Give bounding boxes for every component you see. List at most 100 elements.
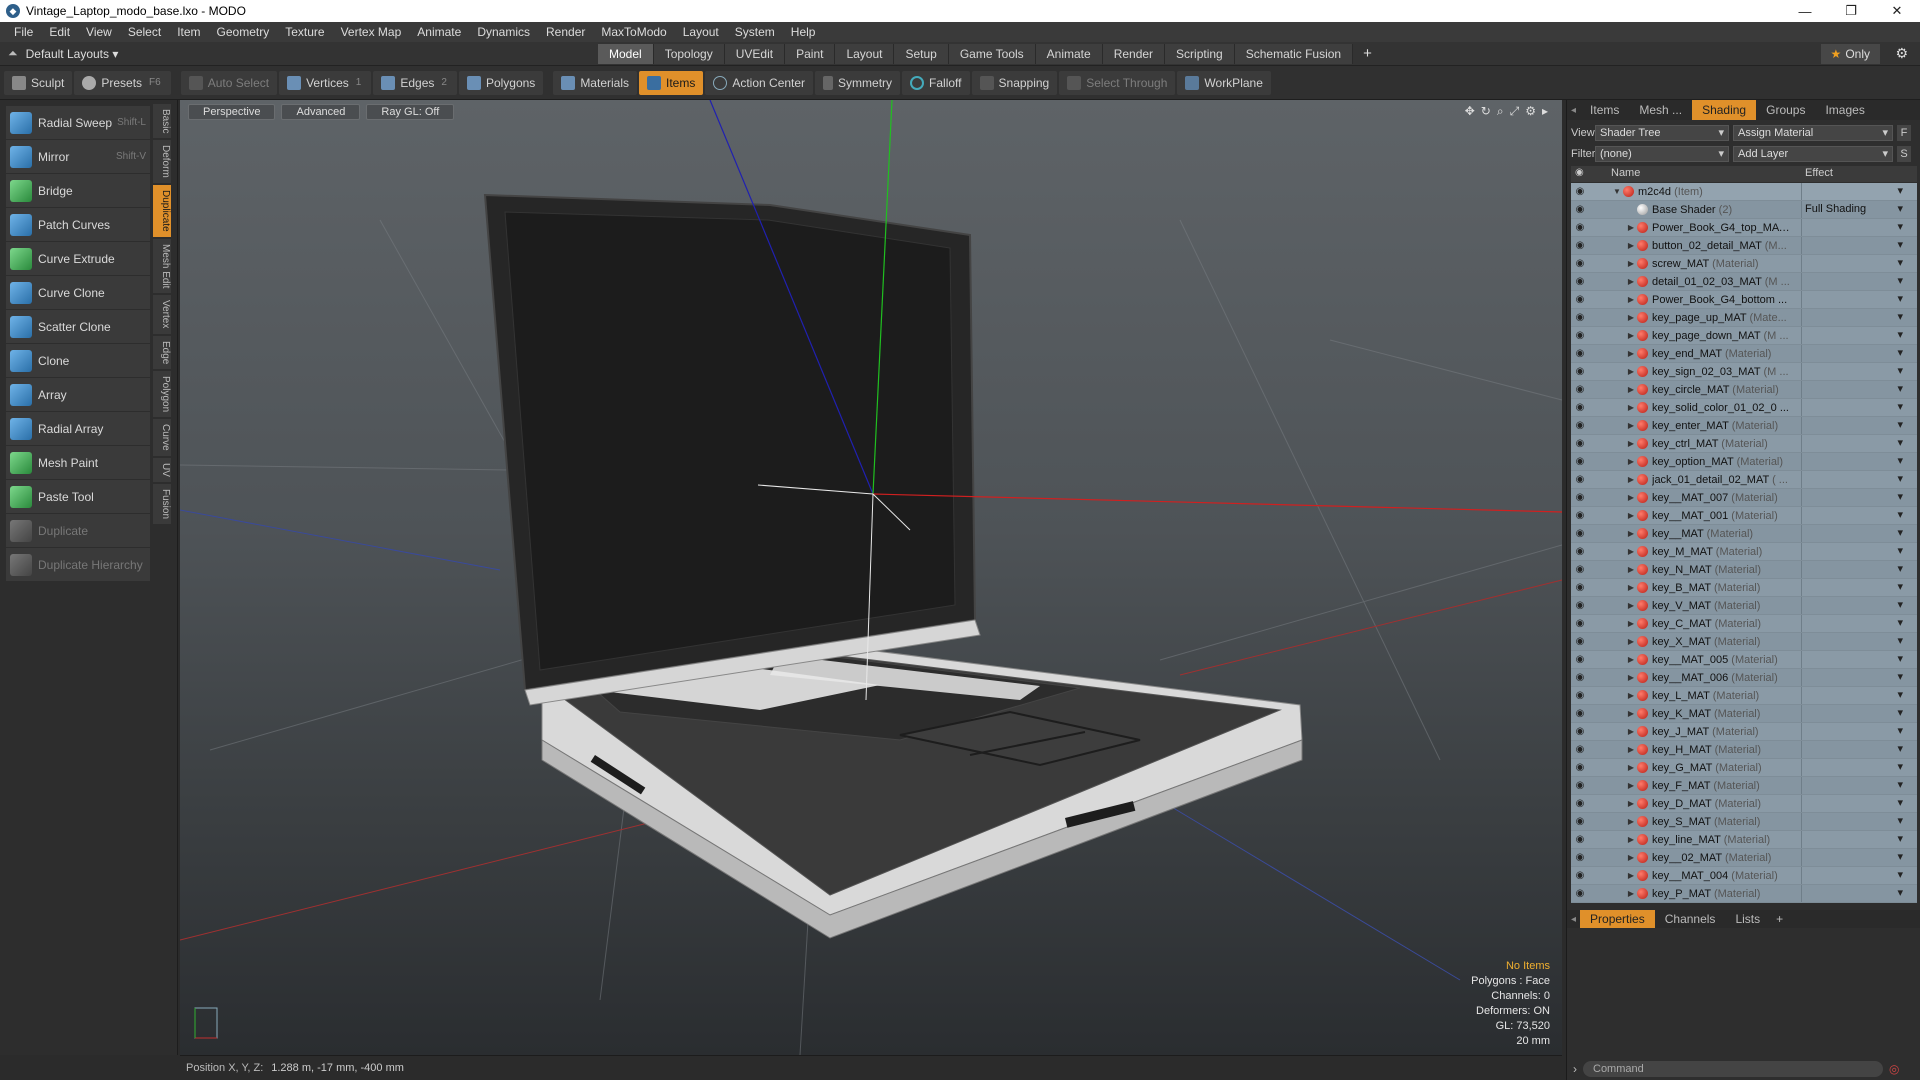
shader-tree-row[interactable]: ◉ ▶ key_X_MAT (Material) [1571,633,1917,651]
expand-arrow-icon[interactable]: ▶ [1625,385,1637,394]
tab-paint[interactable]: Paint [785,43,836,64]
expand-arrow-icon[interactable]: ▶ [1625,853,1637,862]
shader-tree-row[interactable]: ◉ ▶ key__MAT_004 (Material) [1571,867,1917,885]
visibility-eye-icon[interactable]: ◉ [1571,618,1589,629]
visibility-eye-icon[interactable]: ◉ [1571,420,1589,431]
shader-tree-row[interactable]: ◉ ▶ Power_Book_G4_bottom ... [1571,291,1917,309]
f-button[interactable]: F [1897,125,1911,141]
shader-tree-row[interactable]: ◉ ▶ key_L_MAT (Material) [1571,687,1917,705]
expand-arrow-icon[interactable]: ▶ [1625,619,1637,628]
effect-select[interactable] [1801,543,1905,560]
tab-setup[interactable]: Setup [894,43,949,64]
name-column-header[interactable]: Name [1611,167,1640,179]
effect-select[interactable] [1801,831,1905,848]
shader-tree-row[interactable]: ◉ ▶ Power_Book_G4_top_MA ... [1571,219,1917,237]
vtab-fusion[interactable]: Fusion [153,483,171,524]
shader-tree-row[interactable]: ◉ ▶ button_02_detail_MAT (M... [1571,237,1917,255]
expand-arrow-icon[interactable]: ▶ [1625,277,1637,286]
visibility-eye-icon[interactable]: ◉ [1571,402,1589,413]
items-button[interactable]: Items [639,70,704,95]
visibility-eye-icon[interactable]: ◉ [1571,852,1589,863]
vtab-basic[interactable]: Basic [153,104,171,139]
visibility-eye-icon[interactable]: ◉ [1571,816,1589,827]
shader-tree-row[interactable]: ◉ ▶ key_M_MAT (Material) [1571,543,1917,561]
menu-item-render[interactable]: Render [538,25,593,39]
workplane-button[interactable]: WorkPlane [1177,70,1271,95]
expand-arrow-icon[interactable]: ▶ [1625,583,1637,592]
tree-root-item[interactable]: ◉ ▼ m2c4d (Item) [1571,183,1917,201]
action-center-button[interactable]: Action Center [705,70,814,95]
shader-tree-row[interactable]: ◉ ▶ key_solid_color_01_02_0 ... [1571,399,1917,417]
visibility-eye-icon[interactable]: ◉ [1571,258,1589,269]
tab-schematic-fusion[interactable]: Schematic Fusion [1234,43,1354,64]
visibility-eye-icon[interactable]: ◉ [1571,474,1589,485]
tab-mesh[interactable]: Mesh ... [1629,100,1692,120]
menu-item-select[interactable]: Select [120,25,169,39]
tab-render[interactable]: Render [1102,43,1166,64]
visibility-eye-icon[interactable]: ◉ [1571,312,1589,323]
visibility-eye-icon[interactable]: ◉ [1571,510,1589,521]
tool-array[interactable]: Array [6,378,150,411]
visibility-eye-icon[interactable]: ◉ [1571,438,1589,449]
effect-select[interactable] [1801,363,1905,380]
expand-arrow-icon[interactable]: ▶ [1625,421,1637,430]
add-tab-button[interactable]: + [1770,912,1789,926]
visibility-eye-icon[interactable]: ◉ [1571,870,1589,881]
visibility-eye-icon[interactable]: ◉ [1571,204,1589,215]
tab-game-tools[interactable]: Game Tools [948,43,1036,64]
effect-select[interactable] [1801,579,1905,596]
effect-select[interactable] [1801,453,1905,470]
effect-select[interactable] [1801,381,1905,398]
visibility-eye-icon[interactable]: ◉ [1571,762,1589,773]
expand-arrow-icon[interactable]: ▶ [1625,565,1637,574]
shader-tree-row[interactable]: ◉ ▶ key_ctrl_MAT (Material) [1571,435,1917,453]
menu-item-texture[interactable]: Texture [277,25,332,39]
expand-arrow-icon[interactable]: ▶ [1625,529,1637,538]
expand-arrow-icon[interactable]: ▶ [1625,601,1637,610]
visibility-eye-icon[interactable]: ◉ [1571,528,1589,539]
tool-curve-clone[interactable]: Curve Clone [6,276,150,309]
effect-select[interactable] [1801,615,1905,632]
effect-select[interactable] [1801,813,1905,830]
visibility-eye-icon[interactable]: ◉ [1571,744,1589,755]
layout-selector[interactable]: ⏶ Default Layouts ▾ [8,46,598,61]
shader-tree-row[interactable]: ◉ ▶ key_P_MAT (Material) [1571,885,1917,903]
tool-duplicate[interactable]: Duplicate [6,514,150,547]
shader-tree-row[interactable]: ◉ ▶ detail_01_02_03_MAT (M ... [1571,273,1917,291]
effect-select[interactable] [1801,633,1905,650]
visibility-eye-icon[interactable]: ◉ [1571,186,1589,197]
expand-arrow-icon[interactable]: ▶ [1625,727,1637,736]
effect-select[interactable] [1801,759,1905,776]
shader-tree-row[interactable]: ◉ ▶ key_enter_MAT (Material) [1571,417,1917,435]
effect-select[interactable] [1801,309,1905,326]
shader-tree-row[interactable]: ◉ ▶ key_S_MAT (Material) [1571,813,1917,831]
tool-bridge[interactable]: Bridge [6,174,150,207]
effect-select[interactable] [1801,561,1905,578]
effect-select[interactable] [1801,399,1905,416]
effect-select[interactable] [1801,741,1905,758]
fit-view-icon[interactable]: ⤢ [1510,104,1520,119]
effect-select[interactable] [1801,507,1905,524]
tool-curve-extrude[interactable]: Curve Extrude [6,242,150,275]
select-through-button[interactable]: Select Through [1059,70,1176,95]
menu-item-maxtomodo[interactable]: MaxToModo [593,25,674,39]
presets-button[interactable]: Presets F6 [74,70,171,95]
expand-arrow-icon[interactable]: ▶ [1625,241,1637,250]
expand-arrow-icon[interactable]: ▶ [1625,709,1637,718]
expand-arrow-icon[interactable]: ▶ [1625,457,1637,466]
visibility-eye-icon[interactable]: ◉ [1571,600,1589,611]
assign-material-select[interactable]: Assign Material [1733,125,1893,141]
expand-arrow-icon[interactable]: ▶ [1625,763,1637,772]
shading-mode-button[interactable]: Advanced [281,104,361,120]
visibility-eye-icon[interactable]: ◉ [1571,690,1589,701]
visibility-eye-icon[interactable]: ◉ [1571,294,1589,305]
tab-groups[interactable]: Groups [1756,100,1815,120]
visibility-eye-icon[interactable]: ◉ [1571,888,1589,899]
expand-arrow-icon[interactable]: ▶ [1625,295,1637,304]
expand-arrow-icon[interactable]: ▶ [1625,475,1637,484]
effect-select[interactable] [1801,687,1905,704]
maximize-button[interactable]: ❐ [1828,0,1874,22]
expand-arrow-icon[interactable]: ▶ [1625,889,1637,898]
collapse-arrow-icon[interactable]: ▼ [1611,187,1623,196]
minimize-button[interactable]: — [1782,0,1828,22]
